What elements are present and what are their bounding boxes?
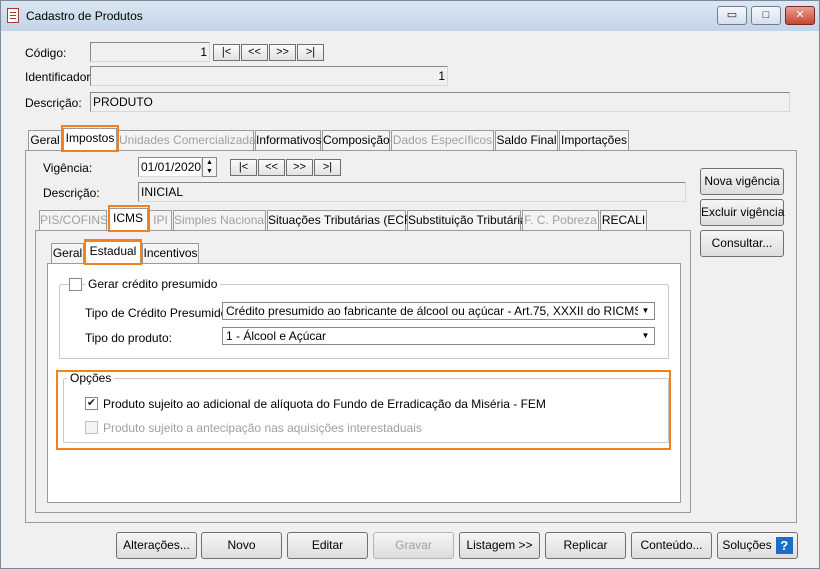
tipo-credito-label: Tipo de Crédito Presumido: xyxy=(85,306,231,320)
tipo-produto-select[interactable]: 1 - Álcool e Açúcar ▼ xyxy=(222,327,655,345)
vigencia-first-button[interactable]: |< xyxy=(230,159,257,176)
help-icon: ? xyxy=(775,537,793,555)
listagem-button[interactable]: Listagem >> xyxy=(459,532,540,559)
chevron-down-icon[interactable]: ▼ xyxy=(638,304,653,318)
chevron-down-icon[interactable]: ▼ xyxy=(638,329,653,343)
gerar-credito-label: Gerar crédito presumido xyxy=(85,277,221,291)
codigo-prev-button[interactable]: << xyxy=(241,44,268,61)
tipo-produto-value: 1 - Álcool e Açúcar xyxy=(226,329,327,343)
tipo-credito-value: Crédito presumido ao fabricante de álcoo… xyxy=(226,304,643,318)
minimize-button[interactable]: ▭ xyxy=(717,6,747,25)
vigencia-prev-button[interactable]: << xyxy=(258,159,285,176)
conteudo-button[interactable]: Conteúdo... xyxy=(631,532,712,559)
tab-recali[interactable]: RECALI xyxy=(600,210,647,230)
vigencia-spinner[interactable]: ▲ ▼ xyxy=(202,157,217,177)
codigo-last-button[interactable]: >| xyxy=(297,44,324,61)
nova-vigencia-button[interactable]: Nova vigência xyxy=(700,168,784,195)
replicar-button[interactable]: Replicar xyxy=(545,532,626,559)
maximize-icon: □ xyxy=(762,9,770,21)
vigencia-next-button[interactable]: >> xyxy=(286,159,313,176)
tab-icms[interactable]: ICMS xyxy=(108,208,148,230)
tab-impostos[interactable]: Impostos xyxy=(63,128,117,150)
vigencia-last-button[interactable]: >| xyxy=(314,159,341,176)
vigencia-label: Vigência: xyxy=(43,161,93,175)
identificador-label: Identificador: xyxy=(25,70,94,84)
alteracoes-button[interactable]: Alterações... xyxy=(116,532,197,559)
spin-down-icon[interactable]: ▼ xyxy=(203,167,216,176)
tipo-credito-select[interactable]: Crédito presumido ao fabricante de álcoo… xyxy=(222,302,655,320)
tipo-produto-label: Tipo do produto: xyxy=(85,331,172,345)
tab-informativos[interactable]: Informativos xyxy=(255,130,321,150)
descricao-label: Descrição: xyxy=(25,96,82,110)
editar-button[interactable]: Editar xyxy=(287,532,368,559)
codigo-field[interactable]: 1 xyxy=(90,42,210,62)
tab-situacoes-tributarias[interactable]: Situações Tributárias (ECF) xyxy=(267,210,415,230)
opcoes-title: Opções xyxy=(67,371,115,385)
window-title: Cadastro de Produtos xyxy=(26,9,143,23)
tab-icms-estadual[interactable]: Estadual xyxy=(85,241,141,263)
fem-checkbox[interactable]: ✔ xyxy=(85,397,98,410)
codigo-next-button[interactable]: >> xyxy=(269,44,296,61)
maximize-button[interactable]: □ xyxy=(751,6,781,25)
tab-composicao[interactable]: Composição xyxy=(322,130,390,150)
vigencia-date-field[interactable]: 01/01/2020 xyxy=(138,157,202,177)
tab-importacoes[interactable]: Importações xyxy=(559,130,629,150)
solucoes-button[interactable]: Soluções? xyxy=(717,532,798,559)
spin-up-icon[interactable]: ▲ xyxy=(203,158,216,167)
tab-dados-especificos[interactable]: Dados Específicos xyxy=(391,130,494,150)
vigencia-descricao-field[interactable]: INICIAL xyxy=(138,182,686,202)
close-icon: ✕ xyxy=(795,9,805,21)
descricao-field[interactable]: PRODUTO xyxy=(90,92,790,112)
tab-substituicao-tributaria[interactable]: Substituição Tributária xyxy=(407,210,527,230)
novo-button[interactable]: Novo xyxy=(201,532,282,559)
fem-label: Produto sujeito ao adicional de alíquota… xyxy=(103,397,546,411)
product-register-window: Cadastro de Produtos ▭ □ ✕ Código: 1 |< … xyxy=(0,0,820,569)
tab-simples-nacional[interactable]: Simples Nacional xyxy=(173,210,267,230)
tab-icms-geral[interactable]: Geral xyxy=(51,243,84,263)
codigo-first-button[interactable]: |< xyxy=(213,44,240,61)
icms-sub-tab-bar: Geral Estadual Incentivos xyxy=(51,241,251,263)
tab-saldo-final[interactable]: Saldo Final xyxy=(495,130,558,150)
credito-presumido-group xyxy=(59,284,669,359)
antecipacao-checkbox[interactable] xyxy=(85,421,98,434)
document-icon xyxy=(7,8,19,23)
tab-pis-cofins[interactable]: PIS/COFINS xyxy=(39,210,108,230)
tab-ipi[interactable]: IPI xyxy=(149,210,172,230)
excluir-vigencia-button[interactable]: Excluir vigência xyxy=(700,199,784,226)
tab-geral[interactable]: Geral xyxy=(28,130,62,150)
solucoes-label: Soluções xyxy=(722,538,772,552)
checkmark-icon: ✔ xyxy=(86,397,97,409)
gravar-button[interactable]: Gravar xyxy=(373,532,454,559)
vigencia-descricao-label: Descrição: xyxy=(43,186,100,200)
identificador-field[interactable]: 1 xyxy=(90,66,448,86)
tab-fc-pobreza[interactable]: F. C. Pobreza xyxy=(522,210,599,230)
antecipacao-label: Produto sujeito a antecipação nas aquisi… xyxy=(103,421,422,435)
consultar-button[interactable]: Consultar... xyxy=(700,230,784,257)
codigo-label: Código: xyxy=(25,46,67,60)
tab-unidades-comercializadas[interactable]: Unidades Comercializadas xyxy=(118,130,262,150)
close-button[interactable]: ✕ xyxy=(785,6,815,25)
gerar-credito-checkbox[interactable] xyxy=(69,278,82,291)
minimize-icon: ▭ xyxy=(726,9,738,21)
title-bar: Cadastro de Produtos ▭ □ ✕ xyxy=(1,1,819,31)
main-tab-bar: Geral Impostos Unidades Comercializadas … xyxy=(28,128,808,150)
tab-icms-incentivos[interactable]: Incentivos xyxy=(142,243,199,263)
tax-tab-bar: PIS/COFINS ICMS IPI Simples Nacional Sit… xyxy=(39,208,689,230)
